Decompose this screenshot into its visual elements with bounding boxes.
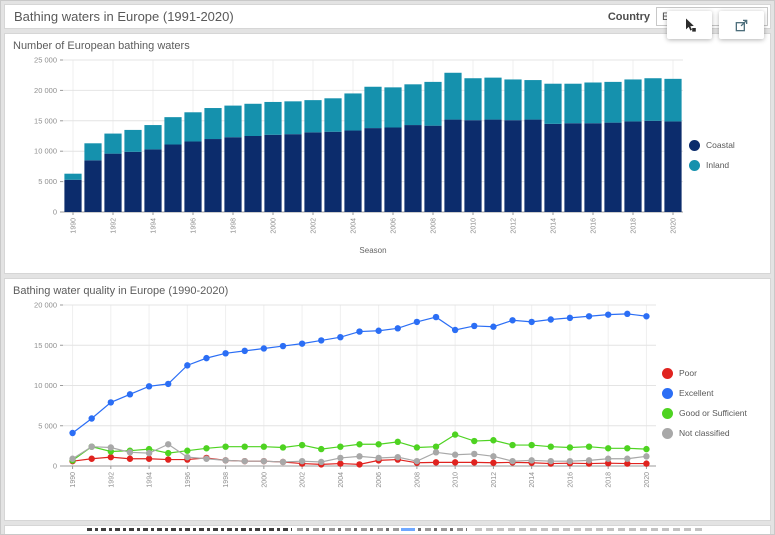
- legend-dot-poor: [662, 368, 673, 379]
- svg-text:2006: 2006: [376, 472, 383, 488]
- legend-item-coastal[interactable]: Coastal: [689, 140, 735, 151]
- svg-text:1990: 1990: [70, 472, 77, 488]
- cursor-pointer-icon: [682, 17, 698, 33]
- svg-text:20 000: 20 000: [34, 301, 57, 310]
- svg-text:2004: 2004: [338, 472, 345, 488]
- header-bar: Bathing waters in Europe (1991-2020) Cou…: [4, 4, 771, 29]
- svg-text:2012: 2012: [511, 218, 518, 234]
- svg-text:20 000: 20 000: [34, 86, 57, 95]
- line-chart[interactable]: 0 5 000 10 000 15 000 20 000 1990 1992 1994 1996…: [13, 297, 662, 509]
- legend-label-good-or-sufficient: Good or Sufficient: [679, 408, 747, 418]
- svg-text:2002: 2002: [300, 472, 307, 488]
- svg-text:2012: 2012: [491, 472, 498, 488]
- svg-text:2008: 2008: [431, 218, 438, 234]
- open-window-button[interactable]: [719, 11, 764, 39]
- external-link-icon: [734, 18, 749, 33]
- svg-text:2002: 2002: [311, 218, 318, 234]
- clipped-text-sliver: [475, 528, 705, 531]
- svg-text:15 000: 15 000: [34, 116, 57, 125]
- svg-text:10 000: 10 000: [34, 147, 57, 156]
- svg-text:1992: 1992: [111, 218, 118, 234]
- svg-text:0: 0: [53, 208, 57, 217]
- floating-toolbar: [667, 11, 764, 39]
- country-label: Country: [608, 11, 650, 23]
- svg-text:2018: 2018: [606, 472, 613, 488]
- legend-label-coastal: Coastal: [706, 140, 735, 150]
- bar-chart-panel: Number of European bathing waters 0 5 000…: [4, 33, 771, 274]
- bathing-waters-dashboard: Bathing waters in Europe (1991-2020) Cou…: [0, 0, 775, 535]
- svg-text:15 000: 15 000: [34, 341, 57, 350]
- legend-item-inland[interactable]: Inland: [689, 160, 735, 171]
- line-chart-panel: Bathing water quality in Europe (1990-20…: [4, 278, 771, 521]
- svg-text:0: 0: [53, 462, 57, 471]
- legend-dot-coastal: [689, 140, 700, 151]
- svg-text:5 000: 5 000: [38, 177, 57, 186]
- svg-text:1990: 1990: [71, 218, 78, 234]
- svg-text:1996: 1996: [185, 472, 192, 488]
- svg-text:2020: 2020: [644, 472, 651, 488]
- svg-text:1998: 1998: [231, 218, 238, 234]
- svg-text:2004: 2004: [351, 218, 358, 234]
- svg-text:2000: 2000: [271, 218, 278, 234]
- legend-label-excellent: Excellent: [679, 388, 714, 398]
- legend-item-poor[interactable]: Poor: [662, 368, 747, 379]
- page-title: Bathing waters in Europe (1991-2020): [5, 9, 608, 24]
- legend-dot-inland: [689, 160, 700, 171]
- svg-text:2014: 2014: [529, 472, 536, 488]
- clipped-link-sliver: [401, 528, 415, 531]
- svg-text:2010: 2010: [453, 472, 460, 488]
- clipped-text-sliver: [297, 528, 467, 531]
- svg-text:2008: 2008: [414, 472, 421, 488]
- svg-text:2000: 2000: [261, 472, 268, 488]
- bar-chart[interactable]: 0 5 000 10 000 15 000 20 000 25 000 1990 1992 19…: [13, 52, 689, 258]
- svg-text:1994: 1994: [147, 472, 154, 488]
- bar-chart-legend: Coastal Inland: [689, 140, 735, 171]
- svg-text:2006: 2006: [391, 218, 398, 234]
- legend-dot-good-or-sufficient: [662, 408, 673, 419]
- legend-dot-excellent: [662, 388, 673, 399]
- svg-text:2016: 2016: [567, 472, 574, 488]
- legend-dot-not-classified: [662, 428, 673, 439]
- clipped-footer: [4, 525, 771, 535]
- svg-text:2016: 2016: [591, 218, 598, 234]
- svg-text:1998: 1998: [223, 472, 230, 488]
- line-chart-legend: Poor Excellent Good or Sufficient Not class…: [662, 368, 747, 439]
- legend-item-good-or-sufficient[interactable]: Good or Sufficient: [662, 408, 747, 419]
- svg-text:2020: 2020: [671, 218, 678, 234]
- legend-item-excellent[interactable]: Excellent: [662, 388, 747, 399]
- svg-text:25 000: 25 000: [34, 56, 57, 65]
- svg-text:1992: 1992: [108, 472, 115, 488]
- svg-text:10 000: 10 000: [34, 381, 57, 390]
- line-chart-title: Bathing water quality in Europe (1990-20…: [13, 285, 762, 297]
- svg-text:1994: 1994: [151, 218, 158, 234]
- svg-text:5 000: 5 000: [38, 421, 57, 430]
- clipped-text-sliver: [87, 528, 292, 531]
- svg-text:1996: 1996: [191, 218, 198, 234]
- svg-text:Season: Season: [359, 246, 386, 255]
- legend-item-not-classified[interactable]: Not classified: [662, 428, 747, 439]
- legend-label-inland: Inland: [706, 160, 729, 170]
- svg-text:2018: 2018: [631, 218, 638, 234]
- legend-label-not-classified: Not classified: [679, 428, 730, 438]
- bar-chart-title: Number of European bathing waters: [13, 40, 762, 52]
- svg-text:2010: 2010: [471, 218, 478, 234]
- legend-label-poor: Poor: [679, 368, 697, 378]
- select-tool-button[interactable]: [667, 11, 712, 39]
- svg-text:2014: 2014: [551, 218, 558, 234]
